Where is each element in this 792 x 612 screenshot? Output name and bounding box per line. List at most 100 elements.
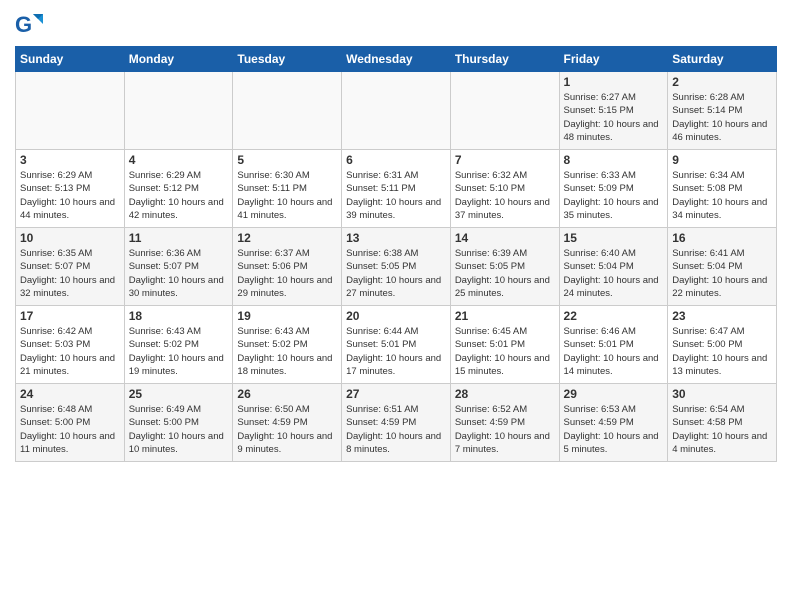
calendar-cell: 9 Sunrise: 6:34 AM Sunset: 5:08 PM Daylig…: [668, 150, 777, 228]
day-number: 13: [346, 231, 446, 245]
calendar-cell: 29 Sunrise: 6:53 AM Sunset: 4:59 PM Dayli…: [559, 384, 668, 462]
day-number: 17: [20, 309, 120, 323]
day-info: Sunrise: 6:45 AM Sunset: 5:01 PM Dayligh…: [455, 325, 555, 378]
day-info: Sunrise: 6:43 AM Sunset: 5:02 PM Dayligh…: [129, 325, 229, 378]
calendar-cell: 8Sunrise: 6:33 AM Sunset: 5:09 PM Daylig…: [559, 150, 668, 228]
calendar-cell: 30 Sunrise: 6:54 AM Sunset: 4:58 PM Dayli…: [668, 384, 777, 462]
calendar-cell: [124, 72, 233, 150]
calendar-cell: 11 Sunrise: 6:36 AM Sunset: 5:07 PM Dayli…: [124, 228, 233, 306]
svg-text:G: G: [15, 12, 32, 37]
calendar-cell: 26Sunrise: 6:50 AM Sunset: 4:59 PM Dayli…: [233, 384, 342, 462]
day-info: Sunrise: 6:52 AM Sunset: 4:59 PM Dayligh…: [455, 403, 555, 456]
week-row-1: 1 Sunrise: 6:27 AM Sunset: 5:15 PM Daylig…: [16, 72, 777, 150]
day-number: 10: [20, 231, 120, 245]
day-info: Sunrise: 6:30 AM Sunset: 5:11 PM Dayligh…: [237, 169, 337, 222]
day-info: Sunrise: 6:50 AM Sunset: 4:59 PM Dayligh…: [237, 403, 337, 456]
day-info: Sunrise: 6:38 AM Sunset: 5:05 PM Dayligh…: [346, 247, 446, 300]
calendar-cell: 28 Sunrise: 6:52 AM Sunset: 4:59 PM Dayli…: [450, 384, 559, 462]
day-info: Sunrise: 6:51 AM Sunset: 4:59 PM Dayligh…: [346, 403, 446, 456]
day-info: Sunrise: 6:29 AM Sunset: 5:12 PM Dayligh…: [129, 169, 229, 222]
day-info: Sunrise: 6:42 AM Sunset: 5:03 PM Dayligh…: [20, 325, 120, 378]
day-number: 29: [564, 387, 664, 401]
day-number: 28: [455, 387, 555, 401]
day-number: 27: [346, 387, 446, 401]
page: G SundayMondayTuesdayWednesdayThursdayFr…: [0, 0, 792, 472]
calendar: SundayMondayTuesdayWednesdayThursdayFrid…: [15, 46, 777, 462]
weekday-header-saturday: Saturday: [668, 47, 777, 72]
day-info: Sunrise: 6:49 AM Sunset: 5:00 PM Dayligh…: [129, 403, 229, 456]
day-number: 4: [129, 153, 229, 167]
calendar-cell: 5Sunrise: 6:30 AM Sunset: 5:11 PM Daylig…: [233, 150, 342, 228]
calendar-cell: 4 Sunrise: 6:29 AM Sunset: 5:12 PM Daylig…: [124, 150, 233, 228]
day-number: 23: [672, 309, 772, 323]
calendar-cell: 10 Sunrise: 6:35 AM Sunset: 5:07 PM Dayli…: [16, 228, 125, 306]
calendar-cell: 23 Sunrise: 6:47 AM Sunset: 5:00 PM Dayli…: [668, 306, 777, 384]
day-number: 19: [237, 309, 337, 323]
day-info: Sunrise: 6:53 AM Sunset: 4:59 PM Dayligh…: [564, 403, 664, 456]
day-number: 30: [672, 387, 772, 401]
day-number: 7: [455, 153, 555, 167]
day-info: Sunrise: 6:36 AM Sunset: 5:07 PM Dayligh…: [129, 247, 229, 300]
calendar-header: SundayMondayTuesdayWednesdayThursdayFrid…: [16, 47, 777, 72]
calendar-cell: 19 Sunrise: 6:43 AM Sunset: 5:02 PM Dayli…: [233, 306, 342, 384]
week-row-2: 3Sunrise: 6:29 AM Sunset: 5:13 PM Daylig…: [16, 150, 777, 228]
calendar-cell: 1 Sunrise: 6:27 AM Sunset: 5:15 PM Daylig…: [559, 72, 668, 150]
day-number: 16: [672, 231, 772, 245]
logo-icon: G: [15, 10, 43, 38]
weekday-header-thursday: Thursday: [450, 47, 559, 72]
day-info: Sunrise: 6:37 AM Sunset: 5:06 PM Dayligh…: [237, 247, 337, 300]
day-number: 2: [672, 75, 772, 89]
calendar-cell: [342, 72, 451, 150]
day-info: Sunrise: 6:44 AM Sunset: 5:01 PM Dayligh…: [346, 325, 446, 378]
weekday-header-friday: Friday: [559, 47, 668, 72]
header: G: [15, 10, 777, 38]
week-row-3: 10 Sunrise: 6:35 AM Sunset: 5:07 PM Dayli…: [16, 228, 777, 306]
calendar-cell: [233, 72, 342, 150]
day-number: 11: [129, 231, 229, 245]
day-info: Sunrise: 6:31 AM Sunset: 5:11 PM Dayligh…: [346, 169, 446, 222]
calendar-cell: 13 Sunrise: 6:38 AM Sunset: 5:05 PM Dayli…: [342, 228, 451, 306]
day-info: Sunrise: 6:34 AM Sunset: 5:08 PM Dayligh…: [672, 169, 772, 222]
day-number: 9: [672, 153, 772, 167]
day-number: 22: [564, 309, 664, 323]
calendar-cell: 21 Sunrise: 6:45 AM Sunset: 5:01 PM Dayli…: [450, 306, 559, 384]
calendar-cell: 24 Sunrise: 6:48 AM Sunset: 5:00 PM Dayli…: [16, 384, 125, 462]
calendar-cell: [450, 72, 559, 150]
calendar-body: 1 Sunrise: 6:27 AM Sunset: 5:15 PM Daylig…: [16, 72, 777, 462]
day-number: 15: [564, 231, 664, 245]
day-info: Sunrise: 6:54 AM Sunset: 4:58 PM Dayligh…: [672, 403, 772, 456]
day-info: Sunrise: 6:41 AM Sunset: 5:04 PM Dayligh…: [672, 247, 772, 300]
calendar-cell: [16, 72, 125, 150]
day-info: Sunrise: 6:40 AM Sunset: 5:04 PM Dayligh…: [564, 247, 664, 300]
day-info: Sunrise: 6:28 AM Sunset: 5:14 PM Dayligh…: [672, 91, 772, 144]
calendar-cell: 6Sunrise: 6:31 AM Sunset: 5:11 PM Daylig…: [342, 150, 451, 228]
day-info: Sunrise: 6:35 AM Sunset: 5:07 PM Dayligh…: [20, 247, 120, 300]
day-number: 25: [129, 387, 229, 401]
calendar-cell: 25 Sunrise: 6:49 AM Sunset: 5:00 PM Dayli…: [124, 384, 233, 462]
calendar-cell: 12 Sunrise: 6:37 AM Sunset: 5:06 PM Dayli…: [233, 228, 342, 306]
calendar-cell: 7 Sunrise: 6:32 AM Sunset: 5:10 PM Daylig…: [450, 150, 559, 228]
calendar-cell: 15 Sunrise: 6:40 AM Sunset: 5:04 PM Dayli…: [559, 228, 668, 306]
day-number: 18: [129, 309, 229, 323]
calendar-cell: 16 Sunrise: 6:41 AM Sunset: 5:04 PM Dayli…: [668, 228, 777, 306]
day-number: 24: [20, 387, 120, 401]
calendar-cell: 17 Sunrise: 6:42 AM Sunset: 5:03 PM Dayli…: [16, 306, 125, 384]
day-number: 20: [346, 309, 446, 323]
calendar-cell: 22Sunrise: 6:46 AM Sunset: 5:01 PM Dayli…: [559, 306, 668, 384]
day-number: 12: [237, 231, 337, 245]
day-info: Sunrise: 6:47 AM Sunset: 5:00 PM Dayligh…: [672, 325, 772, 378]
day-info: Sunrise: 6:27 AM Sunset: 5:15 PM Dayligh…: [564, 91, 664, 144]
day-number: 14: [455, 231, 555, 245]
calendar-cell: 2 Sunrise: 6:28 AM Sunset: 5:14 PM Daylig…: [668, 72, 777, 150]
weekday-header-wednesday: Wednesday: [342, 47, 451, 72]
day-number: 1: [564, 75, 664, 89]
day-info: Sunrise: 6:32 AM Sunset: 5:10 PM Dayligh…: [455, 169, 555, 222]
calendar-cell: 18 Sunrise: 6:43 AM Sunset: 5:02 PM Dayli…: [124, 306, 233, 384]
day-info: Sunrise: 6:48 AM Sunset: 5:00 PM Dayligh…: [20, 403, 120, 456]
day-info: Sunrise: 6:43 AM Sunset: 5:02 PM Dayligh…: [237, 325, 337, 378]
day-number: 21: [455, 309, 555, 323]
calendar-cell: 3Sunrise: 6:29 AM Sunset: 5:13 PM Daylig…: [16, 150, 125, 228]
weekday-header-sunday: Sunday: [16, 47, 125, 72]
calendar-cell: 20 Sunrise: 6:44 AM Sunset: 5:01 PM Dayli…: [342, 306, 451, 384]
logo-area: G: [15, 10, 47, 38]
